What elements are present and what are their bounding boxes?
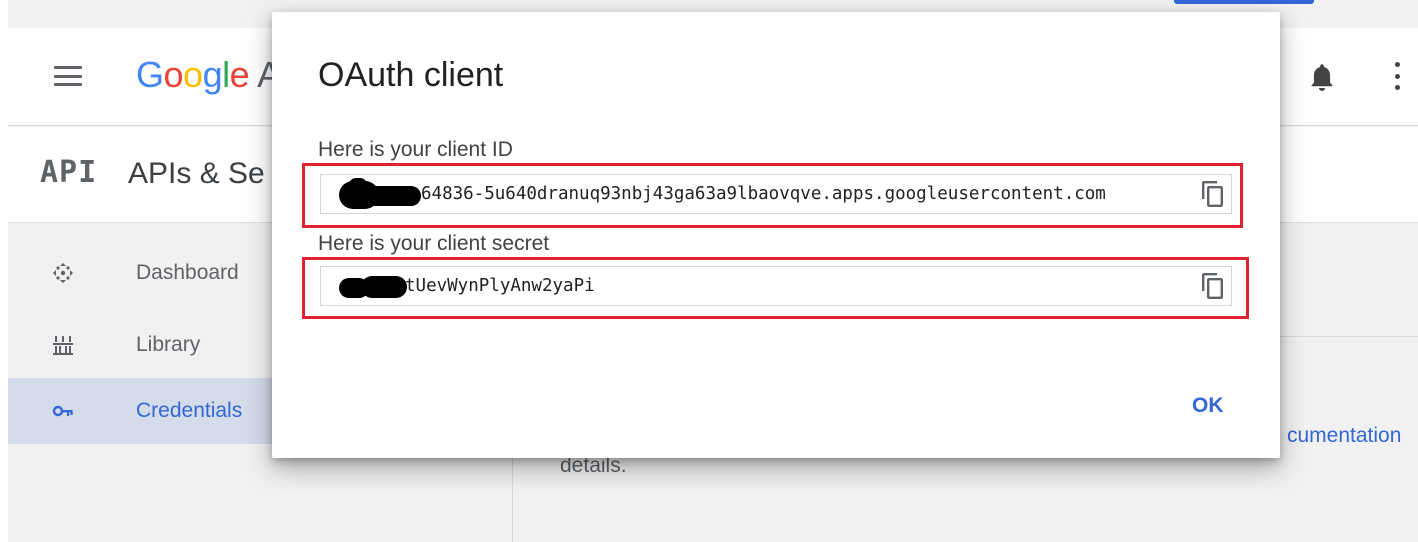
documentation-link[interactable]: cumentation	[1287, 424, 1401, 448]
redaction-mark	[365, 186, 421, 206]
google-logo[interactable]: Google A	[136, 54, 281, 96]
sidebar-item-label: Dashboard	[136, 261, 239, 284]
copy-icon[interactable]	[1200, 180, 1226, 208]
library-icon	[53, 336, 73, 355]
client-id-value[interactable]: 64836-5u640dranuq93nbj43ga63a9lbaovqve.a…	[421, 184, 1106, 204]
more-vertical-icon[interactable]	[1393, 62, 1401, 90]
key-icon	[52, 405, 73, 417]
bell-icon[interactable]	[1308, 62, 1336, 92]
hamburger-menu-icon[interactable]	[54, 66, 82, 86]
oauth-client-dialog: OAuth client Here is your client ID 6483…	[272, 12, 1280, 458]
dashboard-icon	[53, 263, 73, 283]
client-id-label: Here is your client ID	[318, 138, 513, 161]
ok-button[interactable]: OK	[1192, 394, 1224, 418]
redaction-mark	[349, 178, 367, 192]
dialog-title: OAuth client	[318, 56, 504, 94]
api-badge: API	[40, 155, 98, 190]
header-accent-bar	[1174, 0, 1314, 4]
sidebar-item-label: Credentials	[136, 399, 243, 422]
client-id-field[interactable]: 64836-5u640dranuq93nbj43ga63a9lbaovqve.a…	[320, 174, 1232, 214]
redaction-mark	[361, 276, 407, 298]
client-secret-value[interactable]: tUevWynPlyAnw2yaPi	[405, 276, 595, 296]
client-secret-field[interactable]: tUevWynPlyAnw2yaPi	[320, 266, 1232, 306]
api-section-title[interactable]: APIs & Se	[128, 157, 265, 191]
client-secret-label: Here is your client secret	[318, 232, 550, 255]
sidebar-item-label: Library	[136, 333, 201, 356]
copy-icon[interactable]	[1200, 272, 1226, 300]
